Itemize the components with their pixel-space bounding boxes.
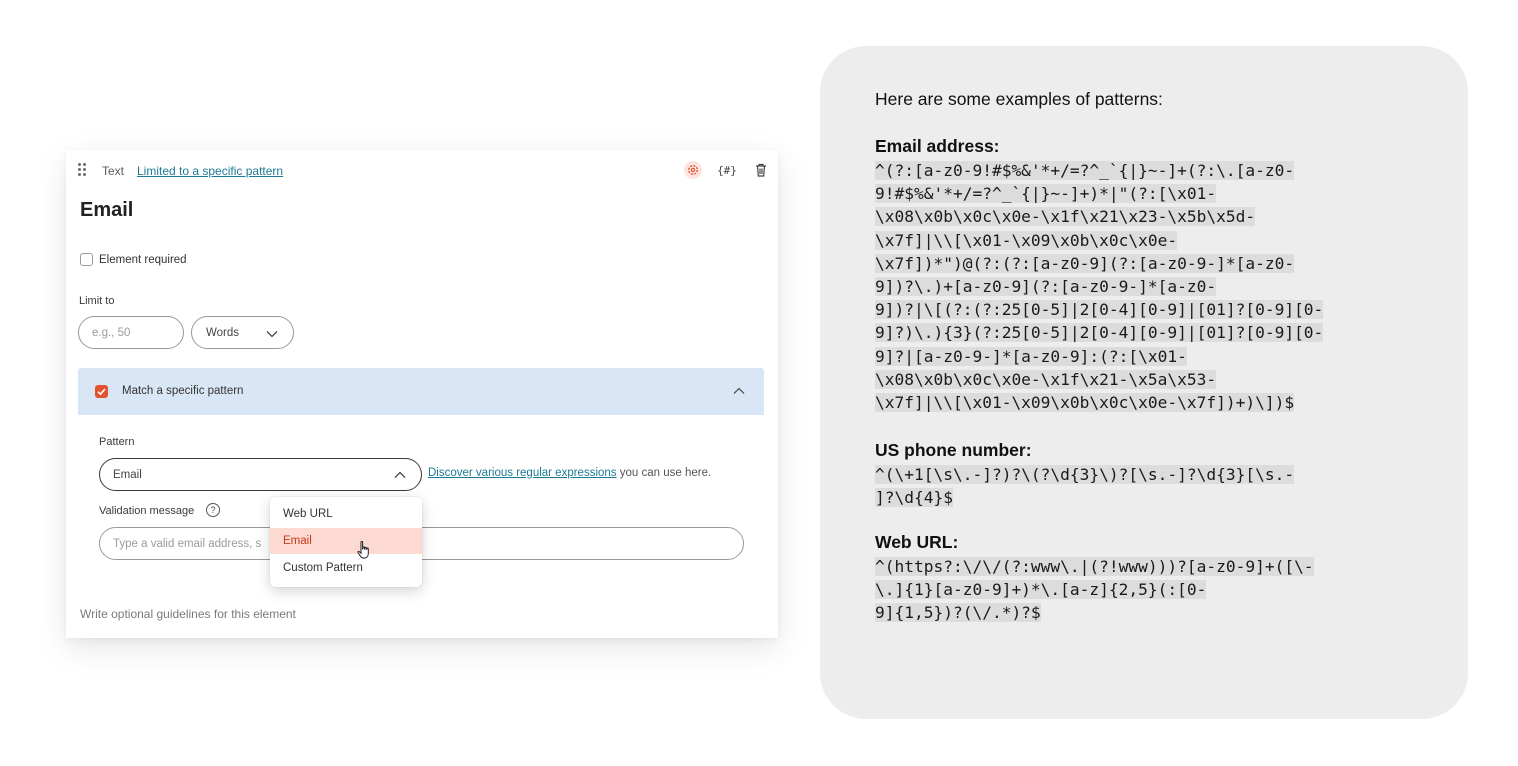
code-line: 9]?)\.){3}(?:25[0-5]|2[0-4][0-9]|[01]?[0… xyxy=(875,323,1324,343)
examples-intro: Here are some examples of patterns: xyxy=(875,89,1163,109)
guidelines-input[interactable]: Write optional guidelines for this eleme… xyxy=(80,607,296,621)
svg-text:{#}: {#} xyxy=(718,164,736,177)
code-line: \x08\x0b\x0c\x0e-\x1f\x21\x23-\x5b\x5d- xyxy=(875,207,1256,227)
limit-unit-select[interactable]: Words xyxy=(191,316,294,349)
option-web-url[interactable]: Web URL xyxy=(270,501,422,527)
regex-helper-text: Discover various regular expressions you… xyxy=(428,467,711,479)
regex-docs-link[interactable]: Discover various regular expressions xyxy=(428,467,617,479)
variables-braces-icon[interactable]: {#} xyxy=(717,161,737,179)
code-line: 9]{1,5})?(\/.*)?$ xyxy=(875,603,1041,623)
checkmark-icon xyxy=(97,388,106,396)
code-line: ^(\+1[\s\.-]?)?\(?\d{3}\)?[\s.-]?\d{3}[\… xyxy=(875,465,1295,484)
regex-helper-rest: you can use here. xyxy=(616,467,712,479)
limit-number-input[interactable]: e.g., 50 xyxy=(78,316,184,349)
pattern-examples-panel: Here are some examples of patterns: Emai… xyxy=(820,46,1468,719)
code-line: 9])?\.)+[a-z0-9](?:[a-z0-9-]*[a-z0- xyxy=(875,277,1217,297)
chevron-up-icon[interactable] xyxy=(733,387,745,395)
element-title: Email xyxy=(80,199,134,221)
code-line: \x7f]|\\[\x01-\x09\x0b\x0c\x0e-\x7f])+)\… xyxy=(875,393,1295,413)
url-regex-code: ^(https?:\/\/(?:www\.|(?!www)))?[a-z0-9]… xyxy=(875,555,1420,648)
option-label: Email xyxy=(283,535,312,547)
option-label: Custom Pattern xyxy=(283,562,363,574)
required-label: Element required xyxy=(99,254,187,266)
chevron-up-icon xyxy=(394,471,406,478)
element-toolbar: Text Limited to a specific pattern {#} xyxy=(66,150,778,190)
validation-label: Validation message xyxy=(99,505,195,517)
limit-unit-value: Words xyxy=(206,327,240,339)
code-line: 9!#$%&'*+/=?^_`{|}~-]+)*|"(?:[\x01- xyxy=(875,184,1217,204)
required-checkbox[interactable] xyxy=(80,253,93,266)
code-line: ]?\d{4}$ xyxy=(875,488,953,508)
hand-pointer-icon xyxy=(357,541,369,559)
limit-placeholder: e.g., 50 xyxy=(92,327,131,339)
code-line: \x7f])*")@(?:(?:[a-z0-9](?:[a-z0-9-]*[a-… xyxy=(875,253,1295,273)
phone-heading: US phone number: xyxy=(875,440,1032,460)
code-line: \x08\x0b\x0c\x0e-\x1f\x21-\x5a\x53- xyxy=(875,369,1217,389)
email-heading: Email address: xyxy=(875,136,1000,156)
code-line: 9])?|\[(?:(?:25[0-5]|2[0-4][0-9]|[01]?[0… xyxy=(875,300,1324,320)
code-line: ^(?:[a-z0-9!#$%&'*+/=?^_`{|}~-]+(?:\.[a-… xyxy=(875,161,1295,180)
url-heading: Web URL: xyxy=(875,532,959,552)
settings-gear-icon[interactable] xyxy=(684,161,702,179)
element-type-label: Text xyxy=(102,164,125,178)
code-line: 9]?|[a-z0-9-]*[a-z0-9]:(?:[\x01- xyxy=(875,346,1187,366)
text-element-card: Text Limited to a specific pattern {#} E… xyxy=(66,150,778,638)
help-question-icon[interactable]: ? xyxy=(206,503,220,517)
email-regex-code: ^(?:[a-z0-9!#$%&'*+/=?^_`{|}~-]+(?:\.[a-… xyxy=(875,159,1420,437)
limit-label: Limit to xyxy=(79,295,115,307)
pattern-select-value: Email xyxy=(113,469,142,481)
delete-trash-icon[interactable] xyxy=(752,161,770,179)
option-label: Web URL xyxy=(283,508,333,520)
pattern-label: Pattern xyxy=(99,436,135,448)
drag-handle-icon[interactable] xyxy=(78,163,86,177)
validation-placeholder: Type a valid email address, s xyxy=(113,538,262,550)
pattern-panel-header[interactable]: Match a specific pattern xyxy=(78,368,764,415)
match-pattern-checkbox[interactable] xyxy=(95,385,108,398)
code-line: ^(https?:\/\/(?:www\.|(?!www)))?[a-z0-9]… xyxy=(875,557,1314,576)
pattern-select[interactable]: Email xyxy=(99,458,422,491)
code-line: \x7f]|\\[\x01-\x09\x0b\x0c\x0e- xyxy=(875,230,1178,250)
option-custom-pattern[interactable]: Custom Pattern xyxy=(270,555,422,581)
match-pattern-label: Match a specific pattern xyxy=(122,385,244,397)
chevron-down-icon xyxy=(266,331,278,338)
phone-regex-code: ^(\+1[\s\.-]?)?\(?\d{3}\)?[\s.-]?\d{3}[\… xyxy=(875,463,1420,533)
pattern-restriction-link[interactable]: Limited to a specific pattern xyxy=(137,164,283,178)
option-email[interactable]: Email xyxy=(270,528,422,554)
code-line: \.]{1}[a-z0-9]+)*\.[a-z]{2,5}(:[0- xyxy=(875,580,1207,600)
pattern-dropdown-menu: Web URL Email Custom Pattern xyxy=(270,497,422,587)
